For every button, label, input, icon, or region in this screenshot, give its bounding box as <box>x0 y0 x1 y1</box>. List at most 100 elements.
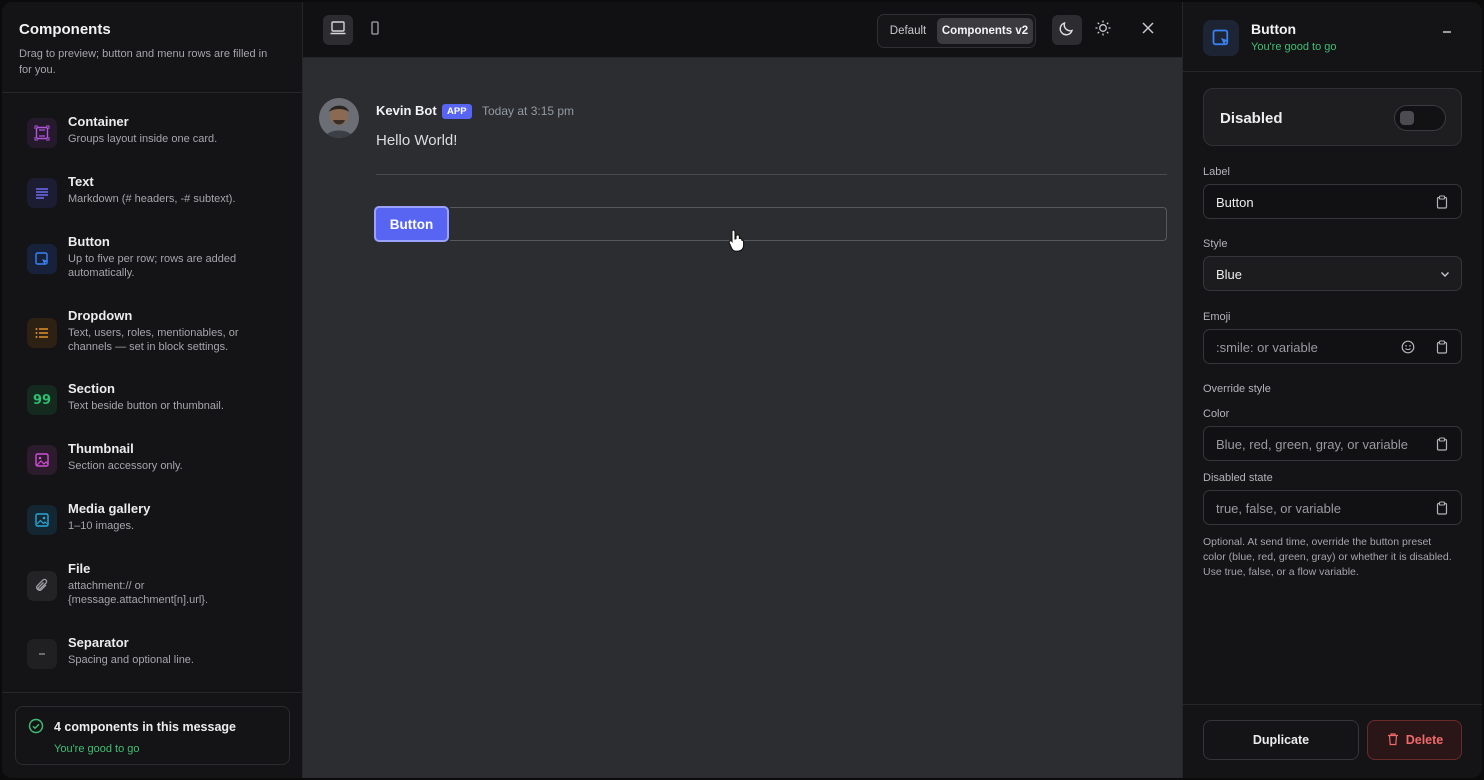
app-window: Components Drag to preview; button and m… <box>2 2 1482 778</box>
component-name: Separator <box>68 635 129 650</box>
minus-icon <box>1440 25 1454 44</box>
duplicate-button[interactable]: Duplicate <box>1203 720 1359 760</box>
emoji-input[interactable]: :smile: or variable <box>1203 329 1462 364</box>
component-desc: Section accessory only. <box>68 460 183 472</box>
component-file[interactable]: File attachment:// or {message.attachmen… <box>19 561 285 613</box>
tab-default[interactable]: Default <box>882 18 934 44</box>
clipboard-icon[interactable] <box>1434 194 1450 210</box>
status-card: 4 components in this message You're good… <box>15 706 290 765</box>
moon-icon <box>1058 19 1076 42</box>
close-icon <box>1141 21 1155 40</box>
button-cursor-icon <box>27 244 57 274</box>
sidebar-header: Components Drag to preview; button and m… <box>2 2 302 93</box>
panel-title: Button <box>1251 21 1297 37</box>
preview-button[interactable]: Button <box>374 206 449 242</box>
disabled-switch[interactable] <box>1394 105 1446 131</box>
panel-header: Button You're good to go <box>1183 2 1482 72</box>
component-thumbnail[interactable]: Thumbnail Section accessory only. <box>19 441 285 481</box>
container-icon <box>27 118 57 148</box>
label-input[interactable]: Button <box>1203 184 1462 219</box>
component-desc: Text beside button or thumbnail. <box>68 400 224 412</box>
status-title: 4 components in this message <box>54 720 236 734</box>
message-timestamp: Today at 3:15 pm <box>482 104 575 118</box>
clipboard-icon[interactable] <box>1434 339 1450 355</box>
smiley-icon[interactable] <box>1400 339 1416 355</box>
message-text: Hello World! <box>376 132 458 149</box>
delete-button[interactable]: Delete <box>1367 720 1462 760</box>
component-name: Container <box>68 114 129 129</box>
sidebar-subtitle: Drag to preview; button and menu rows ar… <box>19 48 268 76</box>
component-name: Section <box>68 381 115 396</box>
component-text[interactable]: Text Markdown (# headers, -# subtext). <box>19 174 285 214</box>
component-desc: Markdown (# headers, -# subtext). <box>68 193 236 205</box>
delete-label: Delete <box>1405 733 1444 747</box>
gallery-icon <box>27 505 57 535</box>
minus-icon <box>27 639 57 669</box>
clipboard-icon[interactable] <box>1434 500 1450 516</box>
panel-status: You're good to go <box>1251 41 1337 53</box>
collapse-button[interactable] <box>1437 24 1457 44</box>
emoji-input-placeholder: :smile: or variable <box>1216 340 1318 355</box>
sun-icon <box>1094 19 1112 42</box>
dark-mode-button[interactable] <box>1052 15 1082 45</box>
disabled-state-field-label: Disabled state <box>1203 472 1273 484</box>
label-field-label: Label <box>1203 166 1230 178</box>
helper-text: Optional. At send time, override the but… <box>1203 536 1452 578</box>
component-name: Text <box>68 174 94 189</box>
close-button[interactable] <box>1137 19 1159 41</box>
component-desc: attachment:// or {message.attachment[n].… <box>68 580 209 606</box>
status-ok: You're good to go <box>54 743 140 755</box>
chevron-down-icon <box>1437 266 1453 282</box>
component-desc: Spacing and optional line. <box>68 654 194 666</box>
emoji-field-label: Emoji <box>1203 311 1231 323</box>
hand-cursor-icon <box>727 228 747 257</box>
color-input[interactable]: Blue, red, green, gray, or variable <box>1203 426 1462 461</box>
component-container[interactable]: Container Groups layout inside one card. <box>19 114 285 154</box>
app-badge: APP <box>442 104 472 119</box>
format-toggle: Default Components v2 <box>877 14 1036 48</box>
text-lines-icon <box>27 178 57 208</box>
component-section[interactable]: 99 Section Text beside button or thumbna… <box>19 381 285 421</box>
disabled-state-placeholder: true, false, or variable <box>1216 501 1342 516</box>
style-field-label: Style <box>1203 238 1228 250</box>
component-button[interactable]: Button Up to five per row; rows are adde… <box>19 234 285 286</box>
switch-knob <box>1400 111 1414 125</box>
override-style-heading: Override style <box>1203 383 1271 395</box>
sidebar-title: Components <box>19 21 111 38</box>
light-mode-button[interactable] <box>1088 15 1118 45</box>
component-name: Thumbnail <box>68 441 134 456</box>
mobile-view-button[interactable] <box>360 15 390 45</box>
component-media-gallery[interactable]: Media gallery 1–10 images. <box>19 501 285 541</box>
component-name: Media gallery <box>68 501 151 516</box>
avatar[interactable] <box>319 98 359 138</box>
component-dropdown[interactable]: Dropdown Text, users, roles, mentionable… <box>19 308 285 360</box>
phone-icon <box>367 20 383 41</box>
style-select[interactable]: Blue <box>1203 256 1462 291</box>
laptop-icon <box>329 19 347 42</box>
image-icon <box>27 445 57 475</box>
desktop-view-button[interactable] <box>323 15 353 45</box>
properties-panel: Button You're good to go Disabled Label … <box>1182 2 1482 778</box>
color-input-placeholder: Blue, red, green, gray, or variable <box>1216 437 1408 452</box>
disabled-state-input[interactable]: true, false, or variable <box>1203 490 1462 525</box>
component-name: Dropdown <box>68 308 133 323</box>
button-cursor-icon <box>1203 20 1239 56</box>
components-sidebar: Components Drag to preview; button and m… <box>2 2 303 778</box>
check-circle-icon <box>28 718 44 739</box>
component-name: Button <box>68 234 110 249</box>
clipboard-icon[interactable] <box>1434 436 1450 452</box>
component-desc: Groups layout inside one card. <box>68 133 218 145</box>
panel-footer: Duplicate Delete <box>1183 704 1482 778</box>
component-name: File <box>68 561 91 576</box>
preview-area: Default Components v2 Kevin Bot APP Toda… <box>303 2 1182 778</box>
message-author[interactable]: Kevin Bot <box>376 103 437 118</box>
component-desc: 1–10 images. <box>68 520 135 532</box>
component-separator[interactable]: Separator Spacing and optional line. <box>19 635 285 675</box>
tab-components-v2[interactable]: Components v2 <box>937 18 1033 44</box>
disabled-toggle-card: Disabled <box>1203 88 1462 146</box>
trash-icon <box>1386 732 1400 749</box>
action-row <box>376 207 1167 241</box>
disabled-label: Disabled <box>1220 110 1283 127</box>
component-desc: Text, users, roles, mentionables, or cha… <box>68 327 239 353</box>
list-icon <box>27 318 57 348</box>
